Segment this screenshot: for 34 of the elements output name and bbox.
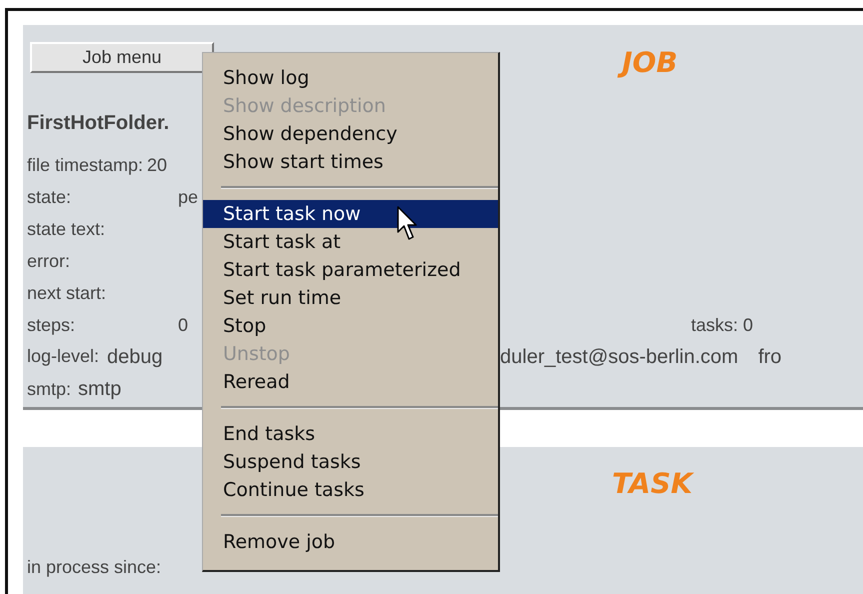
tasks-count: tasks: 0 [691, 315, 754, 336]
field-value: 0 [178, 315, 188, 336]
field-label: error: [27, 251, 72, 272]
mouse-pointer-icon [397, 206, 419, 242]
menu-item[interactable]: Remove job [203, 528, 498, 556]
task-heading: TASK [611, 467, 695, 501]
menu-item[interactable]: End tasks [203, 420, 498, 448]
menu-item[interactable]: Show dependency [203, 120, 498, 148]
job-heading: JOB [620, 46, 684, 80]
from-label: fro [758, 346, 782, 370]
field-label: state text: [27, 219, 106, 240]
job-name: FirstHotFolder. [27, 110, 170, 136]
field-label: smtp: [27, 379, 72, 400]
menu-item[interactable]: Show start times [203, 148, 498, 176]
field-label: log-level: [27, 346, 100, 368]
menu-item[interactable]: Suspend tasks [203, 448, 498, 476]
field-label: in process since: [27, 557, 162, 578]
field-value: 20 [147, 155, 168, 176]
field-label: state: [27, 187, 72, 208]
menu-item[interactable]: Continue tasks [203, 476, 498, 504]
mail-address: duler_test@sos-berlin.com [500, 346, 738, 370]
field-value: debug [107, 346, 163, 370]
field-value: pe [178, 187, 198, 208]
field-value: smtp [78, 378, 122, 402]
menu-item[interactable]: Start task now [203, 200, 498, 228]
menu-item[interactable]: Stop [203, 312, 498, 340]
menu-item[interactable]: Reread [203, 368, 498, 396]
job-menu-button[interactable]: Job menu [30, 42, 214, 73]
menu-item[interactable]: Start task parameterized [203, 256, 498, 284]
field-label: file timestamp: [27, 155, 144, 176]
menu-item[interactable]: Start task at [203, 228, 498, 256]
field-label: steps: [27, 315, 76, 336]
field-label: next start: [27, 283, 108, 304]
menu-item[interactable]: Set run time [203, 284, 498, 312]
